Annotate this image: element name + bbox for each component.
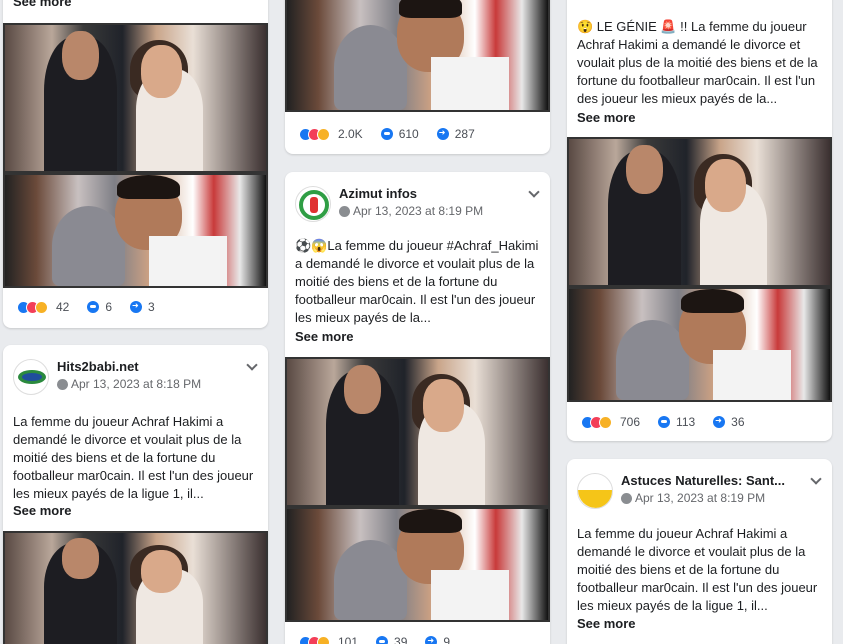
post-stats: 2.0K 610 287 <box>299 127 475 141</box>
post-text: 😲 LE GÉNIE 🚨 !! La femme du joueur Achra… <box>577 19 818 106</box>
page-avatar[interactable] <box>295 186 331 222</box>
see-more-link[interactable]: See more <box>577 110 636 125</box>
post-photo-kiss[interactable] <box>567 287 832 402</box>
share-icon <box>713 416 726 428</box>
see-more-link[interactable]: See more <box>13 503 72 518</box>
post-photo-couple[interactable] <box>567 137 832 287</box>
share-count[interactable]: 3 <box>148 300 155 314</box>
globe-icon <box>621 492 632 504</box>
reaction-count[interactable]: 706 <box>620 415 640 429</box>
reactions-icon[interactable] <box>299 635 330 644</box>
post-stats: 706 113 36 <box>581 415 745 429</box>
post-card-col3-bottom: Astuces Naturelles: Sant... Apr 13, 2023… <box>567 459 832 644</box>
page-avatar[interactable] <box>577 473 613 509</box>
post-text: La femme du joueur Achraf Hakimi a deman… <box>577 526 818 613</box>
reaction-count[interactable]: 2.0K <box>338 127 363 141</box>
comment-count[interactable]: 113 <box>676 415 695 429</box>
post-photo-kiss[interactable] <box>3 173 268 288</box>
reactions-icon[interactable] <box>581 415 612 429</box>
post-text: La femme du joueur Achraf Hakimi a deman… <box>13 414 254 501</box>
share-icon <box>436 128 449 140</box>
comment-count[interactable]: 39 <box>394 635 407 644</box>
post-card-col1-top: See more 42 6 3 <box>3 0 268 328</box>
reaction-count[interactable]: 101 <box>338 635 358 644</box>
chevron-down-icon[interactable] <box>528 186 540 198</box>
reaction-count[interactable]: 42 <box>56 300 69 314</box>
post-stats: 101 39 9 <box>299 635 450 644</box>
comment-icon <box>380 128 393 140</box>
post-date[interactable]: Apr 13, 2023 at 8:19 PM <box>353 204 483 218</box>
globe-icon <box>57 378 68 390</box>
share-count[interactable]: 9 <box>443 635 450 644</box>
comment-icon <box>658 416 671 428</box>
chevron-down-icon[interactable] <box>810 473 822 485</box>
post-card-col2-bottom: Azimut infos Apr 13, 2023 at 8:19 PM ⚽😱L… <box>285 172 550 644</box>
page-name[interactable]: Azimut infos <box>339 186 483 201</box>
comment-count[interactable]: 6 <box>105 300 112 314</box>
see-more-link[interactable]: See more <box>295 329 354 344</box>
share-icon <box>425 636 438 644</box>
globe-icon <box>339 205 350 217</box>
reactions-icon[interactable] <box>299 127 330 141</box>
post-photo-kiss[interactable] <box>285 0 550 112</box>
reactions-icon[interactable] <box>17 300 48 314</box>
page-avatar[interactable] <box>13 359 49 395</box>
share-icon <box>130 301 143 313</box>
page-name[interactable]: Hits2babi.net <box>57 359 201 374</box>
see-more-link[interactable]: See more <box>13 0 72 9</box>
page-name[interactable]: Astuces Naturelles: Sant... <box>621 473 785 488</box>
post-card-col1-bottom: Hits2babi.net Apr 13, 2023 at 8:18 PM La… <box>3 345 268 644</box>
post-stats: 42 6 3 <box>17 300 155 314</box>
post-header: Azimut infos Apr 13, 2023 at 8:19 PM <box>295 186 483 222</box>
post-date[interactable]: Apr 13, 2023 at 8:18 PM <box>71 377 201 391</box>
post-header: Astuces Naturelles: Sant... Apr 13, 2023… <box>577 473 785 509</box>
post-card-col2-top: 2.0K 610 287 <box>285 0 550 154</box>
share-count[interactable]: 287 <box>455 127 475 141</box>
comment-icon <box>87 301 100 313</box>
share-count[interactable]: 36 <box>731 415 744 429</box>
post-date[interactable]: Apr 13, 2023 at 8:19 PM <box>635 491 765 505</box>
post-text: ⚽😱La femme du joueur #Achraf_Hakimi a de… <box>295 238 539 325</box>
see-more-link[interactable]: See more <box>577 616 636 631</box>
chevron-down-icon[interactable] <box>246 359 258 371</box>
post-photo-couple[interactable] <box>3 23 268 173</box>
post-photo-kiss[interactable] <box>285 507 550 622</box>
post-photo-couple[interactable] <box>285 357 550 507</box>
comment-count[interactable]: 610 <box>399 127 419 141</box>
post-card-col3-top: 😲 LE GÉNIE 🚨 !! La femme du joueur Achra… <box>567 0 832 441</box>
post-header: Hits2babi.net Apr 13, 2023 at 8:18 PM <box>13 359 201 395</box>
comment-icon <box>376 636 389 644</box>
post-photo-couple[interactable] <box>3 531 268 644</box>
